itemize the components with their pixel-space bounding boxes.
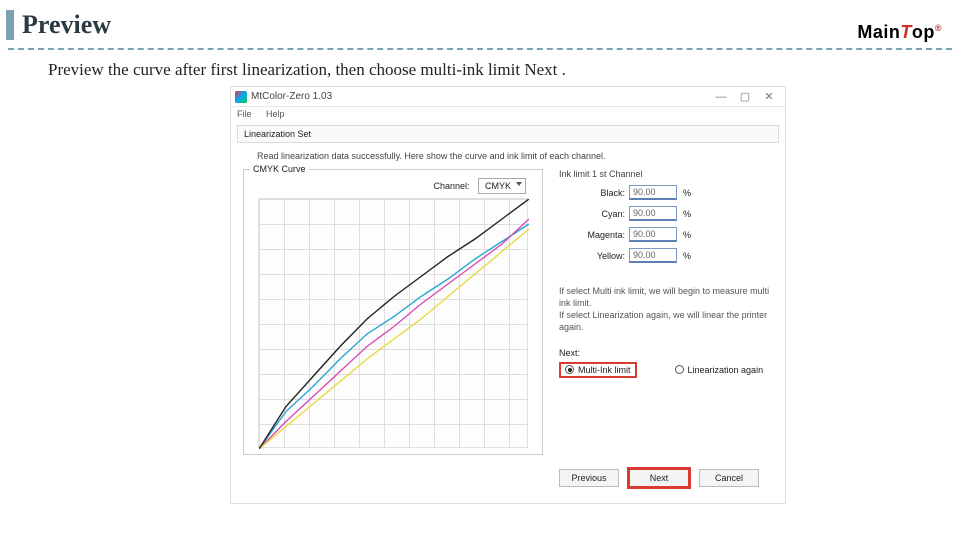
ink-limits-group: Ink limit 1 st Channel Black: 90.00 % Cy… xyxy=(559,169,773,263)
channel-label: Channel: xyxy=(433,181,469,191)
channel-row: Channel: CMYK xyxy=(250,178,526,194)
app-icon xyxy=(235,91,247,103)
curve-lines xyxy=(259,199,529,449)
next-step-group: Next: Multi-Ink limit Linearization agai… xyxy=(559,348,773,378)
maximize-button[interactable]: ▢ xyxy=(733,90,757,103)
menu-help[interactable]: Help xyxy=(266,109,285,119)
ink-yellow-label: Yellow: xyxy=(559,251,625,261)
app-menubar: File Help xyxy=(231,107,785,121)
wizard-buttons: Previous Next Cancel xyxy=(243,455,773,493)
percent-label: % xyxy=(683,188,691,198)
percent-label: % xyxy=(683,251,691,261)
percent-label: % xyxy=(683,209,691,219)
ink-row-yellow: Yellow: 90.00 % xyxy=(559,248,773,263)
channel-select[interactable]: CMYK xyxy=(478,178,526,194)
percent-label: % xyxy=(683,230,691,240)
brand-logo: MainTop® xyxy=(857,22,942,43)
slide-accent-bar xyxy=(6,10,14,40)
ink-black-input[interactable]: 90.00 xyxy=(629,185,677,200)
next-step-title: Next: xyxy=(559,348,773,358)
close-button[interactable]: ✕ xyxy=(757,90,781,103)
ink-yellow-input[interactable]: 90.00 xyxy=(629,248,677,263)
section-caption: Linearization Set xyxy=(237,125,779,143)
next-explanation: If select Multi ink limit, we will begin… xyxy=(559,285,773,334)
slide-header: Preview xyxy=(0,0,960,48)
chevron-down-icon xyxy=(516,182,522,186)
cmyk-plot xyxy=(258,198,528,448)
radio-multi-ink-label: Multi-Ink limit xyxy=(578,365,631,375)
menu-file[interactable]: File xyxy=(237,109,252,119)
app-titlebar: MtColor-Zero 1.03 — ▢ ✕ xyxy=(231,87,785,107)
next-button[interactable]: Next xyxy=(629,469,689,487)
ink-magenta-label: Magenta: xyxy=(559,230,625,240)
header-divider xyxy=(8,48,952,50)
cmyk-curve-panel: CMYK Curve Channel: CMYK xyxy=(243,169,543,455)
ink-cyan-label: Cyan: xyxy=(559,209,625,219)
app-window-title: MtColor-Zero 1.03 xyxy=(251,91,709,102)
ink-magenta-input[interactable]: 90.00 xyxy=(629,227,677,242)
app-window: MtColor-Zero 1.03 — ▢ ✕ File Help Linear… xyxy=(230,86,786,504)
curve-panel-legend: CMYK Curve xyxy=(250,164,309,174)
radio-icon xyxy=(675,365,684,374)
previous-button[interactable]: Previous xyxy=(559,469,619,487)
ink-black-label: Black: xyxy=(559,188,625,198)
ink-row-cyan: Cyan: 90.00 % xyxy=(559,206,773,221)
radio-multi-ink-limit[interactable]: Multi-Ink limit xyxy=(559,362,637,378)
ink-limits-title: Ink limit 1 st Channel xyxy=(559,169,773,179)
channel-select-value: CMYK xyxy=(485,181,511,191)
page-title: Preview xyxy=(22,10,111,40)
ink-row-magenta: Magenta: 90.00 % xyxy=(559,227,773,242)
radio-linearization-label: Linearization again xyxy=(688,365,764,375)
cancel-button[interactable]: Cancel xyxy=(699,469,759,487)
minimize-button[interactable]: — xyxy=(709,91,733,103)
radio-linearization-again[interactable]: Linearization again xyxy=(671,364,768,376)
ink-row-black: Black: 90.00 % xyxy=(559,185,773,200)
radio-icon xyxy=(565,365,574,374)
ink-cyan-input[interactable]: 90.00 xyxy=(629,206,677,221)
status-message: Read linearization data successfully. He… xyxy=(257,151,773,161)
slide-subtitle: Preview the curve after first linearizat… xyxy=(0,60,960,80)
